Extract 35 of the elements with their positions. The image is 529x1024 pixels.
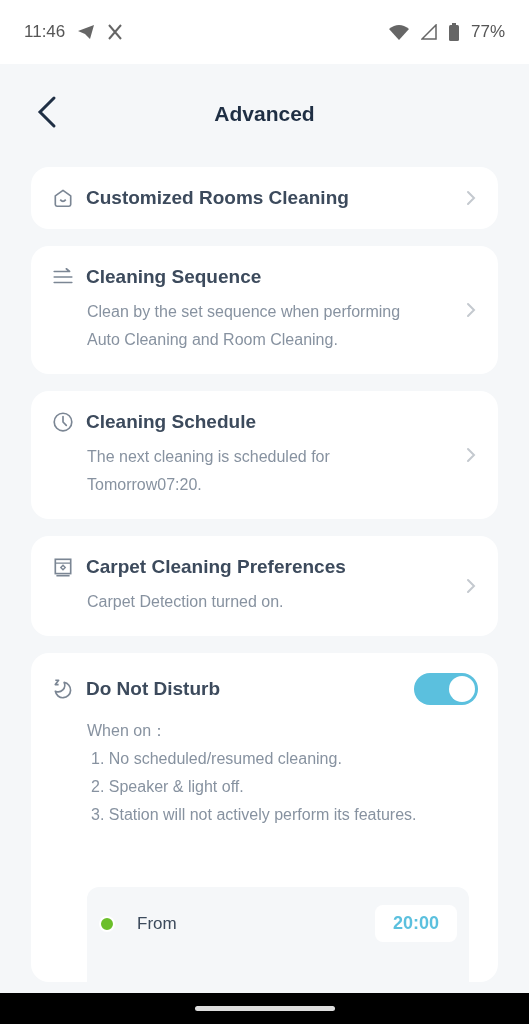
card-description: Clean by the set sequence when performing Auto Cleaning and Room Cleaning. bbox=[87, 302, 402, 350]
chevron-right-icon bbox=[464, 445, 478, 465]
chevron-right-icon bbox=[464, 300, 478, 320]
paper-plane-icon bbox=[77, 24, 96, 40]
note-heading: When on： bbox=[87, 721, 169, 741]
wifi-icon bbox=[388, 24, 409, 40]
home-indicator[interactable] bbox=[194, 1006, 335, 1011]
time-label: From bbox=[137, 913, 178, 934]
card-title: Cleaning Schedule bbox=[86, 411, 256, 433]
chevron-right-icon bbox=[464, 188, 478, 208]
note-line: 1. No scheduled/resumed cleaning. bbox=[90, 749, 343, 769]
settings-card[interactable]: Customized Rooms Cleaning bbox=[31, 167, 498, 229]
battery-percent: 77% bbox=[470, 22, 505, 42]
settings-card[interactable]: Cleaning Schedule The next cleaning is scheduled for Tomorrow07:20. bbox=[31, 391, 498, 519]
settings-card[interactable]: Cleaning Sequence Clean by the set sequence when performing Auto Cleaning and Room Cleaning. bbox=[31, 246, 498, 374]
battery-icon bbox=[448, 23, 459, 41]
moon-icon bbox=[52, 678, 74, 700]
card-title: Cleaning Sequence bbox=[86, 266, 262, 288]
signal-icon bbox=[420, 24, 437, 40]
status-time: 11:46 bbox=[24, 22, 66, 42]
card-title: Customized Rooms Cleaning bbox=[86, 187, 349, 209]
card-description: Carpet Detection turned on. bbox=[87, 592, 285, 612]
card-title: Do Not Disturb bbox=[86, 678, 221, 700]
card-title: Carpet Cleaning Preferences bbox=[86, 556, 346, 578]
house-icon bbox=[52, 187, 74, 209]
page-title: Advanced bbox=[214, 101, 315, 126]
x-logo-icon bbox=[107, 24, 124, 40]
chevron-right-icon bbox=[464, 576, 478, 596]
toggle-switch[interactable] bbox=[414, 673, 478, 705]
carpet-icon bbox=[52, 556, 74, 578]
note-line: 2. Speaker & light off. bbox=[90, 777, 245, 797]
clock-icon bbox=[52, 411, 74, 433]
note-line: 3. Station will not actively perform its features. bbox=[90, 805, 418, 825]
card-description: The next cleaning is scheduled for Tomorrow07:20. bbox=[87, 447, 331, 495]
settings-card[interactable]: Carpet Cleaning Preferences Carpet Detection turned on. bbox=[31, 536, 498, 636]
